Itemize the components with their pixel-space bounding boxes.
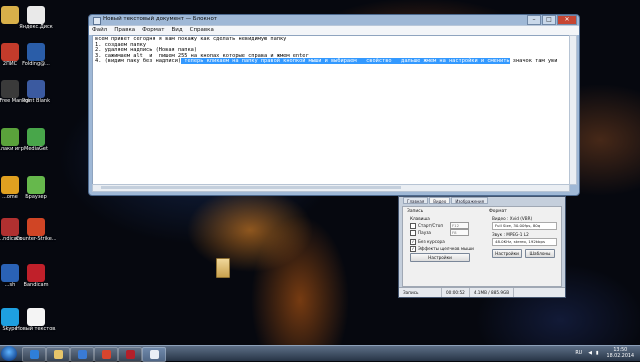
taskbar: RU ◀ ▮ 13:50 18.02.2014 (0, 345, 640, 362)
tab-images[interactable]: Изображения (451, 197, 489, 204)
desktop: Яндекс.Диск2ПИСFolding@...Zip Free Manag… (0, 0, 640, 345)
system-tray: RU ◀ ▮ 13:50 18.02.2014 (575, 346, 634, 361)
new-folder-icon[interactable] (216, 258, 230, 278)
record-section-title: Запись (407, 209, 424, 214)
notepad-title: Новый текстовый документ — Блокнот (103, 16, 218, 22)
templates-button[interactable]: Шаблоны (525, 249, 555, 258)
start-stop-label: Старт/Стоп (418, 223, 444, 228)
desktop-icon[interactable]: Браузер (16, 176, 56, 200)
video-settings-field: Full Size, 30.00fps, 80q (492, 222, 557, 230)
format-section: Формат Видео : Xvid (VBR) Full Size, 30.… (489, 209, 557, 258)
minimize-button[interactable]: – (527, 15, 541, 25)
file-size: 4.1MB / 885.9GB (470, 288, 515, 297)
recorder-tabs: Главная Видео Изображения (399, 197, 565, 204)
volume-icon[interactable]: ◀ (588, 351, 592, 356)
desktop-icon-label: Folding@... (22, 61, 50, 67)
tab-video[interactable]: Видео (429, 197, 451, 204)
desktop-icon-label: Яндекс.Диск (19, 24, 53, 30)
network-icon[interactable]: ▮ (596, 351, 599, 356)
menu-file[interactable]: Файл (92, 26, 107, 35)
audio-settings-field: 48.0KHz, stereo, 192kbps (492, 238, 557, 246)
record-section: Запись Клавиша Старт/Стоп F12 Пауза F8 ✓ (407, 209, 483, 262)
app-icon (27, 6, 45, 24)
window-buttons: – □ ✕ (526, 15, 577, 25)
text-line: 4. (видим паку без надписи) теперь клика… (95, 58, 567, 65)
app-icon (27, 80, 45, 98)
status-label: Запись (399, 288, 442, 297)
record-time: 00:00:52 (442, 288, 470, 297)
menu-edit[interactable]: Правка (114, 26, 135, 35)
app-icon (27, 218, 45, 236)
desktop-icon-label: Новый текстов... (16, 326, 56, 332)
ie-icon (29, 350, 39, 359)
no-cursor-checkbox[interactable]: ✓ (410, 238, 416, 245)
desktop-icon-label: MediaGet (24, 146, 48, 152)
no-cursor-label: Без курсора (418, 239, 445, 244)
click-effects-label: Эффекты щелчков мыши (418, 246, 474, 251)
menu-help[interactable]: Справка (190, 26, 214, 35)
line4-suffix: значок там уви (509, 58, 558, 65)
pause-checkbox[interactable] (410, 229, 416, 236)
clock[interactable]: 13:50 18.02.2014 (607, 348, 634, 359)
desktop-icon[interactable]: Новый текстов... (16, 308, 56, 332)
desktop-icon-label: Bandicam (23, 282, 49, 288)
notepad-icon (93, 17, 101, 25)
desktop-icon[interactable]: Counter-Strike... (16, 218, 56, 242)
horizontal-scrollbar[interactable] (92, 184, 570, 192)
notepad-window: Новый текстовый документ — Блокнот – □ ✕… (88, 14, 580, 196)
chrome-icon (101, 350, 111, 359)
notepad-text-area[interactable]: всем привет сегодня я вам покажу как сде… (92, 35, 570, 185)
desktop-icon-label: Counter-Strike... (16, 236, 56, 242)
start-button[interactable] (1, 346, 17, 361)
desktop-icon[interactable]: Яндекс.Диск (16, 6, 56, 30)
scrollbar-thumb[interactable] (101, 186, 401, 189)
app-icon (27, 128, 45, 146)
pause-label: Пауза (418, 230, 431, 235)
desktop-icon-label: Point Blank (22, 98, 50, 104)
language-indicator[interactable]: RU (575, 351, 582, 356)
vertical-scrollbar[interactable] (569, 35, 577, 185)
start-stop-checkbox[interactable] (410, 222, 416, 229)
desktop-icon[interactable]: Folding@... (16, 43, 56, 67)
notepad-titlebar[interactable]: Новый текстовый документ — Блокнот – □ ✕ (89, 15, 579, 25)
app-icon (27, 176, 45, 194)
line4-prefix: 4. (видим паку без надписи) (95, 58, 182, 65)
selected-text: теперь кликаем на папку правой кнопкой м… (181, 58, 510, 65)
notepad-menubar: Файл Правка Формат Вид Справка (89, 25, 579, 35)
recorder-window: Главная Видео Изображения Запись Клавиша… (398, 196, 566, 298)
pause-hotkey[interactable]: F8 (450, 229, 469, 236)
maximize-button[interactable]: □ (542, 15, 556, 25)
recorder-statusbar: Запись 00:00:52 4.1MB / 885.9GB (399, 287, 565, 297)
format-settings-button[interactable]: Настройки (492, 249, 522, 258)
format-section-title: Формат (489, 209, 507, 214)
bandicam-icon (125, 350, 135, 359)
folder-icon (53, 350, 63, 359)
desktop-icon[interactable]: Point Blank (16, 80, 56, 104)
tab-home[interactable]: Главная (403, 197, 429, 204)
start-stop-hotkey[interactable]: F12 (450, 222, 469, 229)
desktop-icon-label: Браузер (25, 194, 47, 200)
click-effects-checkbox[interactable]: ✓ (410, 245, 416, 252)
record-settings-button[interactable]: Настройки (410, 253, 470, 262)
notepad-icon (149, 350, 159, 359)
hotkey-label: Клавиша (410, 216, 430, 221)
recorder-panel: Запись Клавиша Старт/Стоп F12 Пауза F8 ✓ (402, 206, 562, 287)
desktop-icon[interactable]: Bandicam (16, 264, 56, 288)
desktop-icon[interactable]: MediaGet (16, 128, 56, 152)
app-icon (27, 43, 45, 61)
close-button[interactable]: ✕ (557, 15, 577, 25)
menu-view[interactable]: Вид (171, 26, 182, 35)
media-icon (77, 350, 87, 359)
app-icon (27, 264, 45, 282)
video-codec-label: Видео : Xvid (VBR) (492, 216, 533, 221)
app-icon (27, 308, 45, 326)
clock-date: 18.02.2014 (606, 353, 634, 359)
menu-format[interactable]: Формат (142, 26, 164, 35)
audio-codec-label: Звук : MPEG-1 L2 (492, 232, 529, 237)
